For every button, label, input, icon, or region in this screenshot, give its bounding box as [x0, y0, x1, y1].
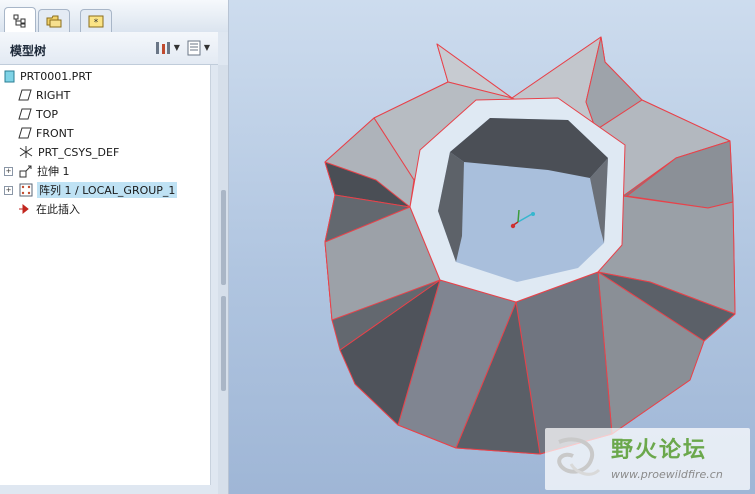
extrude-icon [19, 165, 32, 178]
chevron-down-icon: ▼ [203, 43, 210, 52]
chevron-down-icon: ▼ [173, 43, 180, 52]
tree-item-extrude[interactable]: + 拉伸 1 [4, 162, 70, 180]
tree-item-part[interactable]: PRT0001.PRT [4, 67, 92, 85]
tree-item-top-plane[interactable]: TOP [18, 105, 58, 123]
expand-icon[interactable]: + [4, 185, 13, 195]
pattern-icon [19, 183, 33, 197]
model-tree-header: 模型树 ▼ ▼ [0, 32, 218, 65]
navigator-tab-strip: * [0, 0, 228, 33]
datum-plane-icon [18, 127, 32, 139]
expand-icon[interactable]: + [4, 166, 13, 176]
insert-here-arrow-icon [19, 203, 29, 215]
datum-plane-icon [18, 108, 32, 120]
tree-columns-button[interactable]: ▼ [186, 39, 210, 57]
tree-columns-icon [187, 40, 201, 56]
tree-item-label: 在此插入 [36, 203, 80, 216]
model-tree: PRT0001.PRT RIGHT TOP FRONT PRT_CSYS_DEF… [0, 65, 211, 485]
tree-item-label: PRT0001.PRT [20, 69, 92, 83]
forum-logo-icon [557, 437, 601, 476]
tree-item-label: 阵列 1 / LOCAL_GROUP_1 [37, 182, 178, 198]
tree-item-label: PRT_CSYS_DEF [38, 145, 120, 159]
tree-item-insert-here[interactable]: 在此插入 [18, 200, 80, 218]
tab-folder-browser[interactable] [38, 9, 70, 32]
watermark-url: www.proewildfire.cn [611, 468, 723, 481]
model-3d-view [324, 36, 736, 455]
datum-plane-icon [18, 89, 32, 101]
tree-settings-button[interactable]: ▼ [154, 39, 180, 57]
splitter-grip-upper[interactable] [221, 190, 226, 285]
part-icon [4, 70, 15, 83]
tree-settings-icon [155, 42, 170, 54]
watermark-title: 野火论坛 [611, 438, 708, 463]
tree-item-front-plane[interactable]: FRONT [18, 124, 74, 142]
model-tree-tab-icon [13, 14, 26, 27]
graphics-viewport[interactable] [229, 0, 755, 494]
tree-item-right-plane[interactable]: RIGHT [18, 86, 70, 104]
tree-item-label: RIGHT [36, 88, 71, 102]
favorites-tab-icon: * [88, 15, 104, 28]
model-tree-title: 模型树 [10, 44, 47, 58]
forum-watermark: 野火论坛 www.proewildfire.cn [545, 428, 750, 490]
tree-item-label: FRONT [36, 126, 74, 140]
tab-model-tree[interactable] [4, 7, 36, 33]
tab-favorites[interactable]: * [80, 9, 112, 32]
tree-item-label: 拉伸 1 [37, 165, 70, 178]
tree-item-label: TOP [36, 107, 59, 121]
splitter-grip-lower[interactable] [221, 296, 226, 391]
tree-item-pattern[interactable]: + 阵列 1 / LOCAL_GROUP_1 [4, 181, 178, 199]
svg-text:*: * [94, 18, 99, 28]
folder-browser-tab-icon [46, 15, 62, 28]
tree-item-csys[interactable]: PRT_CSYS_DEF [18, 143, 119, 161]
coordinate-system-icon [19, 146, 33, 158]
navigator-panel: * 模型树 ▼ ▼ PRT0001.PRT RIGHT TOP FRONT PR… [0, 0, 229, 494]
